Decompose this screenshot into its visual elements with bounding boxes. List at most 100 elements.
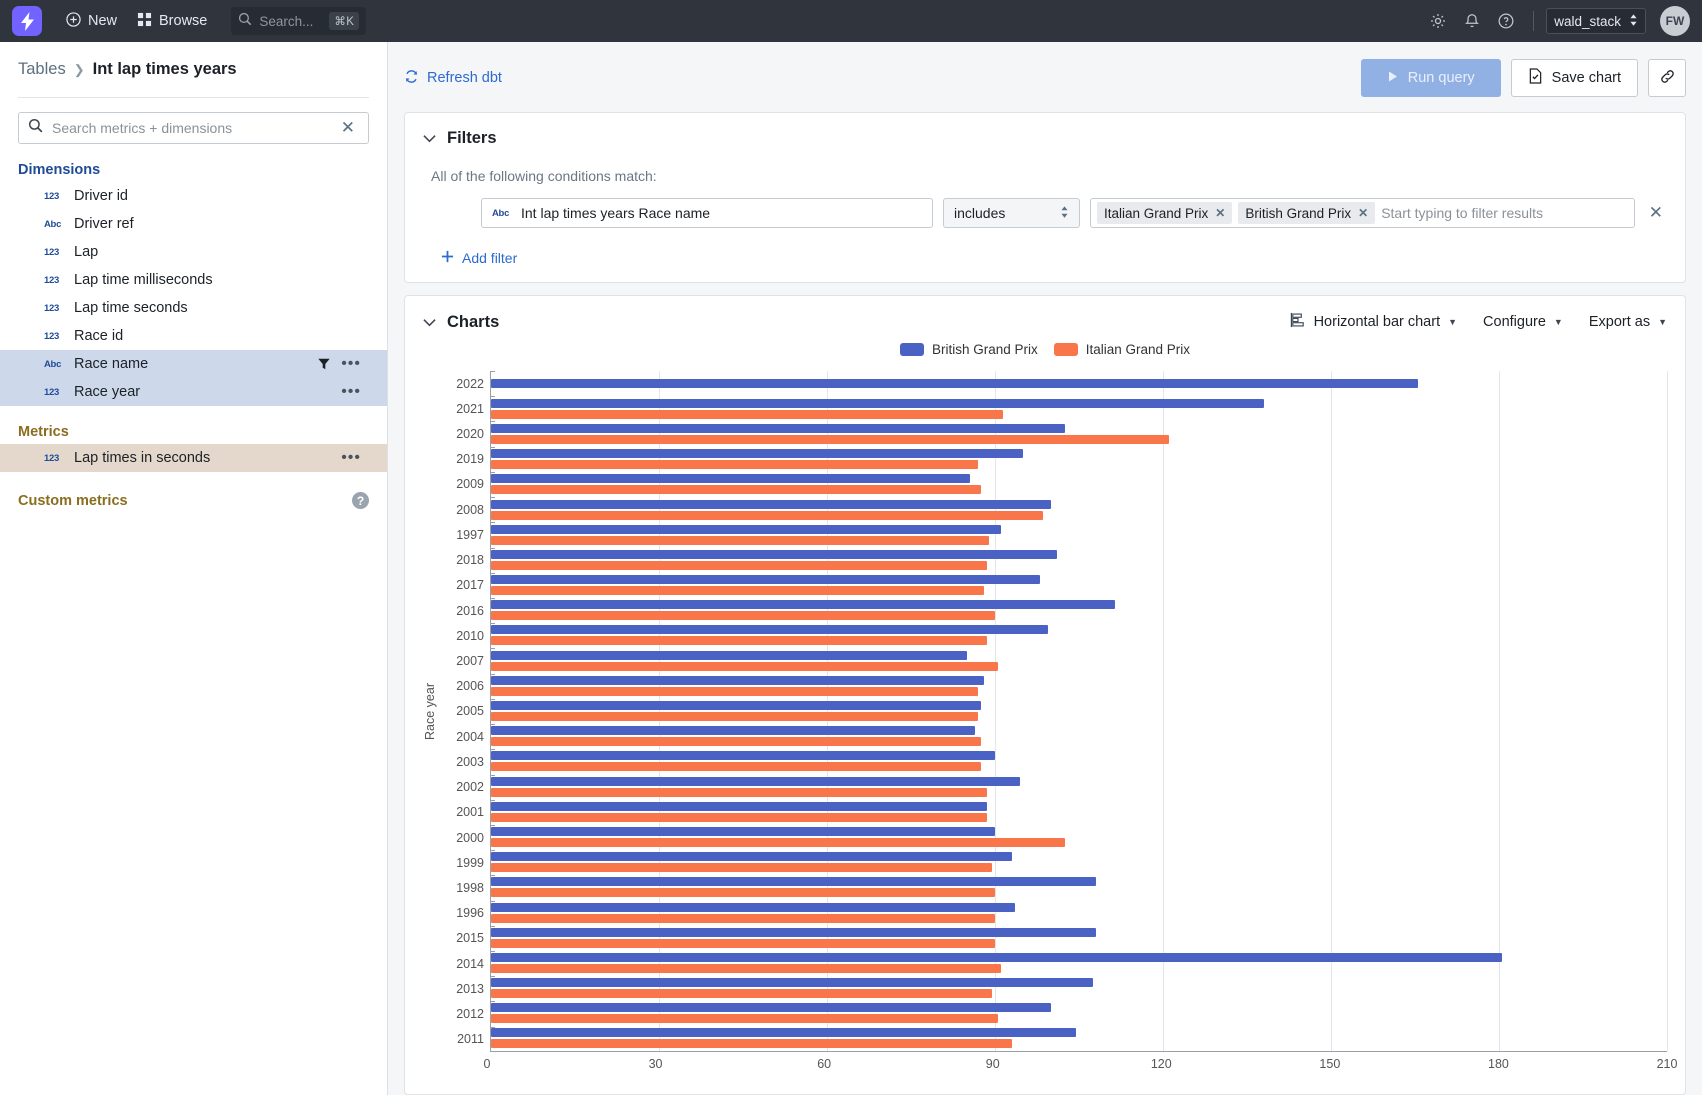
chart-bar-group[interactable] xyxy=(491,799,1667,824)
chart-bar-group[interactable] xyxy=(491,673,1667,698)
chart-bar[interactable] xyxy=(491,964,1001,973)
chart-bar[interactable] xyxy=(491,953,1502,962)
chart-bar[interactable] xyxy=(491,751,995,760)
chart-bar-group[interactable] xyxy=(491,749,1667,774)
chart-bar[interactable] xyxy=(491,712,978,721)
legend-item-british-grand-prix[interactable]: British Grand Prix xyxy=(900,342,1038,357)
dimension-lap-time-milliseconds[interactable]: 123 Lap time milliseconds xyxy=(0,266,387,294)
run-query-button[interactable]: Run query xyxy=(1361,59,1501,97)
chart-bar[interactable] xyxy=(491,449,1023,458)
chart-bar[interactable] xyxy=(491,978,1093,987)
chart-bar[interactable] xyxy=(491,1014,998,1023)
dimension-race-id[interactable]: 123 Race id xyxy=(0,322,387,350)
chart-bar[interactable] xyxy=(491,460,978,469)
chart-bar-group[interactable] xyxy=(491,447,1667,472)
chart-bar[interactable] xyxy=(491,485,981,494)
chart-bar-group[interactable] xyxy=(491,976,1667,1001)
chart-bar[interactable] xyxy=(491,726,975,735)
metric-options-menu[interactable]: ••• xyxy=(341,453,361,463)
chart-bar[interactable] xyxy=(491,877,1096,886)
chart-bar[interactable] xyxy=(491,687,978,696)
legend-item-italian-grand-prix[interactable]: Italian Grand Prix xyxy=(1054,342,1190,357)
dimension-race-name[interactable]: Abc Race name ••• xyxy=(0,350,387,378)
chart-bar[interactable] xyxy=(491,762,981,771)
filter-field-select[interactable]: Abc Int lap times years Race name xyxy=(481,198,933,228)
chart-bar[interactable] xyxy=(491,863,992,872)
chart-bar-group[interactable] xyxy=(491,598,1667,623)
save-chart-button[interactable]: Save chart xyxy=(1511,59,1638,97)
filter-icon[interactable] xyxy=(317,357,331,371)
chart-bar[interactable] xyxy=(491,989,992,998)
chart-bar-group[interactable] xyxy=(491,850,1667,875)
chart-bar[interactable] xyxy=(491,561,987,570)
chart-bar[interactable] xyxy=(491,410,1003,419)
search-input[interactable] xyxy=(52,120,328,136)
breadcrumb-tables-link[interactable]: Tables xyxy=(18,60,66,79)
chart-bar[interactable] xyxy=(491,813,987,822)
chart-bar[interactable] xyxy=(491,914,995,923)
export-as-button[interactable]: Export as ▼ xyxy=(1589,314,1667,330)
chart-bar-group[interactable] xyxy=(491,824,1667,849)
search-input[interactable]: Search... ⌘K xyxy=(231,7,366,35)
chart-bar-group[interactable] xyxy=(491,900,1667,925)
dimension-lap[interactable]: 123 Lap xyxy=(0,238,387,266)
chart-bar[interactable] xyxy=(491,435,1169,444)
chart-bar[interactable] xyxy=(491,474,970,483)
chart-bar-group[interactable] xyxy=(491,421,1667,446)
chart-bar[interactable] xyxy=(491,1028,1076,1037)
chart-bar[interactable] xyxy=(491,500,1051,509)
chart-bar[interactable] xyxy=(491,827,995,836)
chart-bar[interactable] xyxy=(491,662,998,671)
chart-bar[interactable] xyxy=(491,586,984,595)
chart-bar[interactable] xyxy=(491,600,1115,609)
chart-type-selector[interactable]: Horizontal bar chart ▼ xyxy=(1290,312,1457,332)
chart-bar-group[interactable] xyxy=(491,950,1667,975)
remove-tag-icon[interactable]: ✕ xyxy=(1215,206,1225,220)
chart-bar[interactable] xyxy=(491,777,1020,786)
question-circle-icon[interactable] xyxy=(1491,6,1521,36)
browse-button[interactable]: Browse xyxy=(127,6,217,37)
dimension-options-menu[interactable]: ••• xyxy=(341,387,361,397)
chart-bar[interactable] xyxy=(491,838,1065,847)
chart-bar-group[interactable] xyxy=(491,396,1667,421)
chart-bar-group[interactable] xyxy=(491,774,1667,799)
chart-bar-group[interactable] xyxy=(491,623,1667,648)
chart-bar[interactable] xyxy=(491,399,1264,408)
chevron-down-icon[interactable] xyxy=(423,134,437,143)
filter-operator-select[interactable]: includes xyxy=(943,198,1080,228)
chart-bar-group[interactable] xyxy=(491,875,1667,900)
dimension-race-year[interactable]: 123 Race year ••• xyxy=(0,378,387,406)
chart-bar[interactable] xyxy=(491,651,967,660)
chart-bar-group[interactable] xyxy=(491,1001,1667,1026)
chart-bar[interactable] xyxy=(491,525,1001,534)
chart-bar[interactable] xyxy=(491,1003,1051,1012)
remove-tag-icon[interactable]: ✕ xyxy=(1358,206,1368,220)
search-metrics-dimensions-field[interactable]: ✕ xyxy=(18,112,369,144)
chart-bar[interactable] xyxy=(491,802,987,811)
chart-bar[interactable] xyxy=(491,550,1057,559)
chart-bar[interactable] xyxy=(491,575,1040,584)
chart-bar-group[interactable] xyxy=(491,472,1667,497)
configure-button[interactable]: Configure ▼ xyxy=(1483,314,1563,330)
chart-bar-group[interactable] xyxy=(491,1026,1667,1051)
chart-bar[interactable] xyxy=(491,676,984,685)
chart-bar-group[interactable] xyxy=(491,522,1667,547)
chart-bar-group[interactable] xyxy=(491,698,1667,723)
filter-values-input[interactable]: Italian Grand Prix ✕ British Grand Prix … xyxy=(1090,198,1635,228)
chart-bar[interactable] xyxy=(491,511,1043,520)
dimension-lap-time-seconds[interactable]: 123 Lap time seconds xyxy=(0,294,387,322)
chart-bar[interactable] xyxy=(491,903,1015,912)
chart-bar-group[interactable] xyxy=(491,648,1667,673)
gear-icon[interactable] xyxy=(1423,6,1453,36)
chart-bar-group[interactable] xyxy=(491,573,1667,598)
metric-lap-times-in-seconds[interactable]: 123 Lap times in seconds ••• xyxy=(0,444,387,472)
help-icon[interactable]: ? xyxy=(352,492,369,509)
chart-bar[interactable] xyxy=(491,852,1012,861)
add-filter-button[interactable]: Add filter xyxy=(441,250,1667,266)
chart-bar[interactable] xyxy=(491,1039,1012,1048)
dimension-driver-ref[interactable]: Abc Driver ref xyxy=(0,210,387,238)
refresh-dbt-button[interactable]: Refresh dbt xyxy=(404,69,502,88)
dimension-driver-id[interactable]: 123 Driver id xyxy=(0,182,387,210)
chart-bar-group[interactable] xyxy=(491,547,1667,572)
chart-bar-group[interactable] xyxy=(491,371,1667,396)
